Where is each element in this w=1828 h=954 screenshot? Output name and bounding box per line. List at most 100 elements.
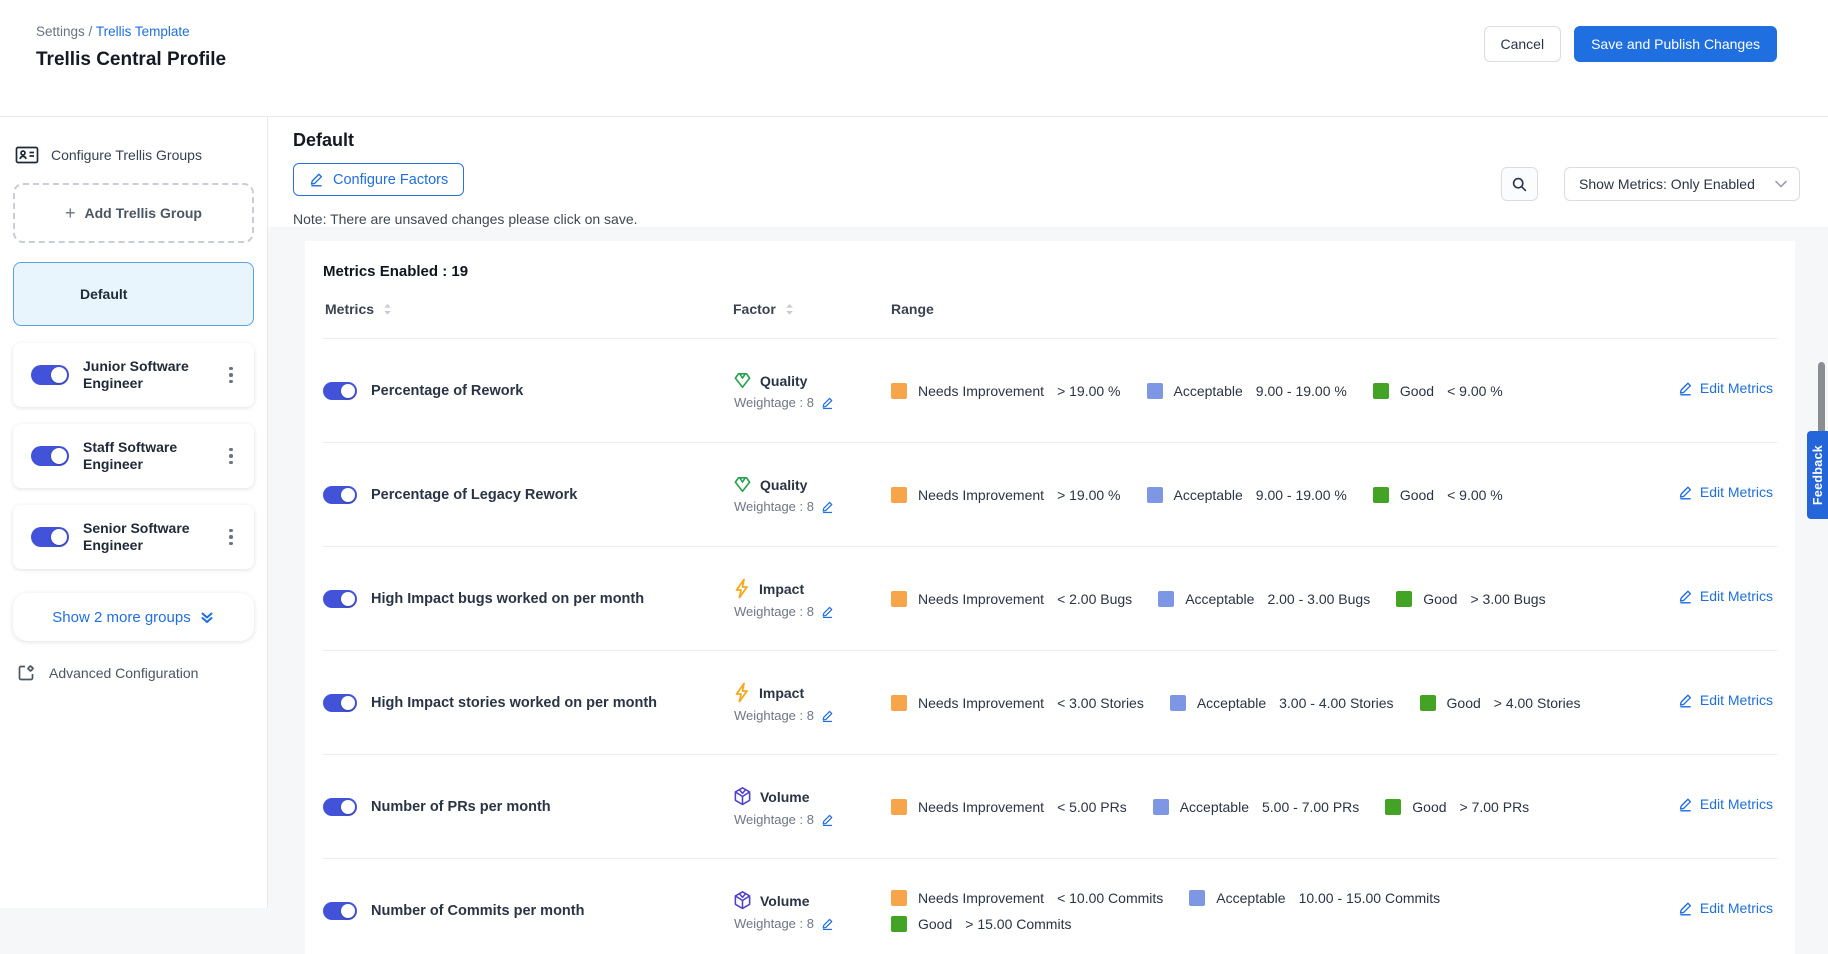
range-label: Good [1400,383,1434,399]
sort-icon[interactable] [381,302,394,317]
range-value: < 2.00 Bugs [1057,591,1132,607]
group-toggle[interactable] [31,527,69,547]
range-value: 10.00 - 15.00 Commits [1299,890,1441,906]
feedback-tab-label: Feedback [1811,445,1825,505]
range-label: Good [1412,799,1446,815]
range-label: Acceptable [1174,487,1243,503]
group-label: Junior Software Engineer [83,358,222,392]
metric-row: High Impact bugs worked on per month Imp… [323,546,1777,650]
breadcrumb-trellis-template[interactable]: Trellis Template [96,24,190,39]
metric-toggle[interactable] [323,798,357,816]
column-metrics[interactable]: Metrics [325,301,374,317]
plus-icon: + [65,204,76,222]
cancel-button[interactable]: Cancel [1484,26,1562,62]
metrics-table-header: Metrics Factor Range [323,280,1777,338]
sidebar-group-staff[interactable]: Staff Software Engineer [13,424,254,488]
group-menu-icon[interactable] [222,446,240,467]
range-chip-needs-improvement: Needs Improvement > 19.00 % [891,487,1121,503]
range-swatch [891,487,907,503]
edit-weightage-icon[interactable] [821,605,834,619]
edit-metrics-button[interactable]: Edit Metrics [1678,900,1773,916]
range-chip-acceptable: Acceptable 9.00 - 19.00 % [1147,383,1347,399]
unsaved-changes-note: Note: There are unsaved changes please c… [293,211,1828,227]
sidebar: Configure Trellis Groups + Add Trellis G… [0,117,268,908]
range-label: Good [1447,695,1481,711]
feedback-tab[interactable]: Feedback [1807,431,1828,519]
sidebar-group-senior[interactable]: Senior Software Engineer [13,505,254,569]
factor-name: Volume [760,789,810,805]
sidebar-group-junior[interactable]: Junior Software Engineer [13,343,254,407]
range-value: 9.00 - 19.00 % [1256,487,1347,503]
column-factor[interactable]: Factor [733,301,776,317]
advanced-configuration-label: Advanced Configuration [49,665,198,681]
edit-weightage-icon[interactable] [821,917,834,931]
edit-weightage-icon[interactable] [821,396,834,410]
edit-metrics-button[interactable]: Edit Metrics [1678,484,1773,500]
quality-gem-icon [733,475,752,494]
range-chip-needs-improvement: Needs Improvement < 3.00 Stories [891,695,1144,711]
range-chip-good: Good > 4.00 Stories [1420,695,1581,711]
range-label: Acceptable [1216,890,1285,906]
show-more-groups-button[interactable]: Show 2 more groups [13,593,254,641]
search-button[interactable] [1501,167,1538,201]
metrics-table-card: Metrics Enabled : 19 Metrics Factor Rang… [305,241,1795,954]
save-publish-button[interactable]: Save and Publish Changes [1574,26,1777,62]
range-chip-needs-improvement: Needs Improvement < 10.00 Commits [891,890,1163,906]
range-value: > 15.00 Commits [965,916,1071,932]
edit-metrics-button[interactable]: Edit Metrics [1678,380,1773,396]
edit-weightage-icon[interactable] [821,813,834,827]
range-value: 3.00 - 4.00 Stories [1279,695,1393,711]
edit-weightage-icon[interactable] [821,500,834,514]
edit-metrics-button[interactable]: Edit Metrics [1678,796,1773,812]
range-chip-good: Good < 9.00 % [1373,383,1503,399]
weightage-label: Weightage : 8 [734,812,814,827]
range-chip-good: Good < 9.00 % [1373,487,1503,503]
edit-metrics-button[interactable]: Edit Metrics [1678,692,1773,708]
metric-toggle[interactable] [323,694,357,712]
breadcrumb-settings[interactable]: Settings [36,24,85,39]
range-label: Needs Improvement [918,591,1044,607]
configure-factors-button[interactable]: Configure Factors [293,163,464,196]
sidebar-group-default[interactable]: Default [13,262,254,326]
range-swatch [891,799,907,815]
show-more-groups-label: Show 2 more groups [52,609,190,626]
metric-name: Percentage of Legacy Rework [371,487,577,503]
column-range: Range [891,301,934,317]
range-cell: Needs Improvement > 19.00 % Acceptable 9… [891,369,1627,413]
advanced-configuration-button[interactable]: Advanced Configuration [13,663,254,683]
configure-factors-label: Configure Factors [333,172,448,188]
edit-weightage-icon[interactable] [821,709,834,723]
range-label: Good [1423,591,1457,607]
sort-icon[interactable] [783,302,796,317]
metric-toggle[interactable] [323,590,357,608]
add-trellis-group-button[interactable]: + Add Trellis Group [13,183,254,243]
range-chip-acceptable: Acceptable 5.00 - 7.00 PRs [1153,799,1360,815]
metric-toggle[interactable] [323,486,357,504]
range-swatch [1385,799,1401,815]
metric-toggle[interactable] [323,382,357,400]
edit-metrics-label: Edit Metrics [1700,588,1773,604]
range-chip-good: Good > 15.00 Commits [891,916,1071,932]
show-metrics-filter-dropdown[interactable]: Show Metrics: Only Enabled [1564,167,1800,201]
edit-metrics-button[interactable]: Edit Metrics [1678,588,1773,604]
range-cell: Needs Improvement > 19.00 % Acceptable 9… [891,473,1627,517]
range-label: Acceptable [1174,383,1243,399]
double-chevron-down-icon [199,610,215,625]
range-label: Acceptable [1197,695,1266,711]
group-toggle[interactable] [31,446,69,466]
pencil-icon [309,172,324,187]
metric-name: High Impact bugs worked on per month [371,591,644,607]
range-swatch [891,591,907,607]
weightage-label: Weightage : 8 [734,499,814,514]
group-toggle[interactable] [31,365,69,385]
weightage-label: Weightage : 8 [734,395,814,410]
range-swatch [1373,383,1389,399]
group-menu-icon[interactable] [222,527,240,548]
group-menu-icon[interactable] [222,365,240,386]
metric-toggle[interactable] [323,902,357,920]
metric-name: Number of Commits per month [371,903,584,919]
factor-name: Quality [760,477,807,493]
volume-cube-icon [733,890,752,911]
range-chip-acceptable: Acceptable 9.00 - 19.00 % [1147,487,1347,503]
metrics-table-body: Percentage of Rework Quality Weightage :… [323,338,1777,954]
